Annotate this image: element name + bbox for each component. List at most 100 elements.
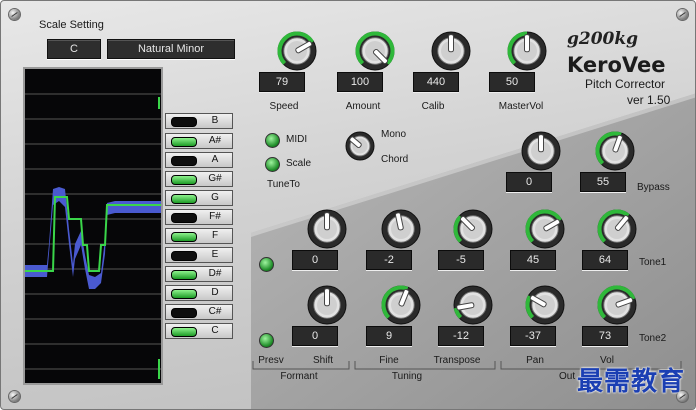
- knob-dial-icon: [381, 209, 421, 249]
- tone2-enable-radio[interactable]: [259, 333, 274, 348]
- tone1-vol-value[interactable]: 64: [582, 250, 628, 270]
- note-key-f[interactable]: F: [165, 228, 233, 244]
- plugin-subtitle: Pitch Corrector: [585, 77, 666, 91]
- note-key-d[interactable]: D: [165, 285, 233, 301]
- note-label: A#: [208, 135, 222, 146]
- note-led-icon: [171, 156, 197, 166]
- note-label: G: [211, 192, 219, 203]
- note-key-a[interactable]: A: [165, 152, 233, 168]
- note-key-d-sharp[interactable]: D#: [165, 266, 233, 282]
- tone2-label: Tone2: [639, 333, 667, 344]
- tuneto-label: TuneTo: [267, 179, 300, 190]
- tone1-pan-knob[interactable]: [525, 209, 565, 249]
- tuneto-scale-radio[interactable]: [265, 157, 280, 172]
- calib-value[interactable]: 440: [413, 72, 459, 92]
- group-label-output: Out: [559, 371, 576, 382]
- tone1-fine-value[interactable]: -2: [366, 250, 412, 270]
- note-led-icon: [171, 308, 197, 318]
- screw-icon: [677, 9, 688, 20]
- speed-label: Speed: [269, 101, 299, 112]
- kerovee-plugin-window: Scale Setting C Natural Minor B A# A G# …: [0, 0, 696, 410]
- knob-dial-icon: [597, 209, 637, 249]
- note-led-icon: [171, 213, 197, 223]
- note-led-icon: [171, 137, 197, 147]
- scale-type-select[interactable]: Natural Minor: [107, 39, 235, 59]
- calib-knob[interactable]: [431, 31, 471, 71]
- tone1-formant-shift-value[interactable]: 0: [292, 250, 338, 270]
- bypass-label: Bypass: [637, 182, 670, 193]
- speed-knob[interactable]: [277, 31, 317, 71]
- note-led-icon: [171, 289, 197, 299]
- note-label: F: [211, 230, 219, 241]
- tone1-fine-knob[interactable]: [381, 209, 421, 249]
- bypass-value-1[interactable]: 0: [506, 172, 552, 192]
- tone2-fine-knob[interactable]: [381, 285, 421, 325]
- mastervol-label: MasterVol: [498, 101, 544, 112]
- note-key-c-sharp[interactable]: C#: [165, 304, 233, 320]
- speed-value[interactable]: 79: [259, 72, 305, 92]
- bypass-knob-2[interactable]: [595, 131, 635, 171]
- bypass-knob-1[interactable]: [521, 131, 561, 171]
- mastervol-knob[interactable]: [507, 31, 547, 71]
- tuneto-midi-label: MIDI: [286, 134, 308, 145]
- note-label: F#: [209, 211, 221, 222]
- tone1-pan-value[interactable]: 45: [510, 250, 556, 270]
- knob-dial-icon: [525, 285, 565, 325]
- note-key-g-sharp[interactable]: G#: [165, 171, 233, 187]
- tone1-vol-knob[interactable]: [597, 209, 637, 249]
- knob-dial-icon: [381, 285, 421, 325]
- tone2-transpose-knob[interactable]: [453, 285, 493, 325]
- knob-dial-icon: [521, 131, 561, 171]
- tone2-pan-knob[interactable]: [525, 285, 565, 325]
- note-led-icon: [171, 117, 197, 127]
- tone2-pan-value[interactable]: -37: [510, 326, 556, 346]
- bypass-value-2[interactable]: 55: [580, 172, 626, 192]
- mastervol-value[interactable]: 50: [489, 72, 535, 92]
- tone2-fine-value[interactable]: 9: [366, 326, 412, 346]
- watermark: 最需教育: [577, 367, 686, 397]
- note-label: E: [211, 249, 219, 260]
- note-key-c[interactable]: C: [165, 323, 233, 339]
- knob-dial-icon: [453, 209, 493, 249]
- note-key-b[interactable]: B: [165, 113, 233, 129]
- group-label-formant: Formant: [280, 371, 318, 382]
- tone2-vol-knob[interactable]: [597, 285, 637, 325]
- knob-dial-icon: [307, 285, 347, 325]
- tone2-vol-value[interactable]: 73: [582, 326, 628, 346]
- tone1-transpose-knob[interactable]: [453, 209, 493, 249]
- tuneto-scale-label: Scale: [286, 158, 312, 169]
- mono-chord-switch[interactable]: [345, 131, 375, 161]
- column-label-shift: Shift: [312, 355, 334, 366]
- tone1-enable-radio[interactable]: [259, 257, 274, 272]
- column-label-fine: Fine: [379, 355, 399, 366]
- knob-dial-icon: [431, 31, 471, 71]
- tone2-formant-shift-value[interactable]: 0: [292, 326, 338, 346]
- tone2-transpose-value[interactable]: -12: [438, 326, 484, 346]
- pitch-display: [23, 67, 163, 385]
- note-key-g[interactable]: G: [165, 190, 233, 206]
- scale-setting-label: Scale Setting: [39, 19, 104, 31]
- note-key-e[interactable]: E: [165, 247, 233, 263]
- knob-dial-icon: [345, 131, 375, 161]
- note-led-icon: [171, 194, 197, 204]
- g200kg-logo: g200kg: [567, 29, 639, 49]
- tone1-formant-shift-knob[interactable]: [307, 209, 347, 249]
- tone2-formant-shift-knob[interactable]: [307, 285, 347, 325]
- note-label: A: [211, 154, 219, 165]
- key-select[interactable]: C: [47, 39, 101, 59]
- tone1-transpose-value[interactable]: -5: [438, 250, 484, 270]
- tuneto-midi-radio[interactable]: [265, 133, 280, 148]
- amount-knob[interactable]: [355, 31, 395, 71]
- pitch-graph: [25, 93, 161, 379]
- column-label-pan: Pan: [526, 355, 544, 366]
- column-label-transpose: Transpose: [433, 355, 481, 366]
- chord-label: Chord: [381, 154, 409, 165]
- mono-label: Mono: [381, 129, 407, 140]
- note-key-a-sharp[interactable]: A#: [165, 133, 233, 149]
- note-led-icon: [171, 270, 197, 280]
- amount-value[interactable]: 100: [337, 72, 383, 92]
- note-led-icon: [171, 232, 197, 242]
- note-key-f-sharp[interactable]: F#: [165, 209, 233, 225]
- note-led-icon: [171, 251, 197, 261]
- plugin-version: ver 1.50: [627, 93, 671, 107]
